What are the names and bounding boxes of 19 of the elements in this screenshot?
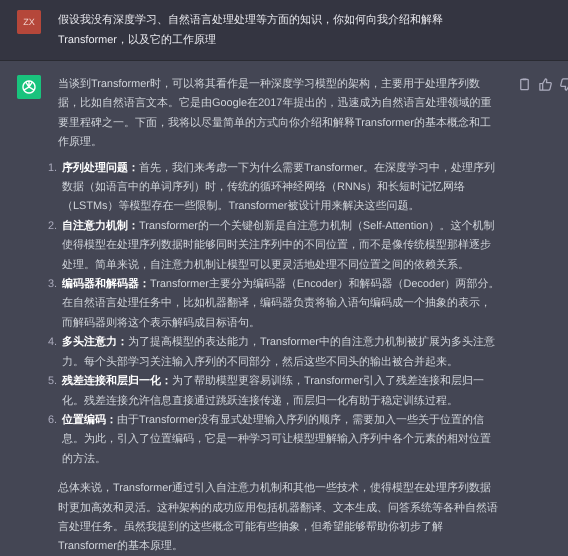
list-number: 1. <box>48 160 58 176</box>
list-item-text: 自注意力机制：Transformer的一个关键创新是自注意力机制（Self-Attention）。这个机制使得模型在处理序列数据时能够同时关注序列中的不同位置，而不是像传统模型那样逐步处理。简单来说，自注意力机制让模型可以更灵活地处理不同位置之间的依赖关系。 <box>62 218 496 273</box>
list-item-text: 多头注意力：为了提高模型的表达能力，Transformer中的自注意力机制被扩展为多头注意力。每个头部学习关注输入序列的不同部分，然后这些不同头的输出被合并起来。 <box>62 334 496 370</box>
user-avatar: ZX <box>17 10 41 34</box>
answer-summary: 总体来说，Transformer通过引入自注意力机制和其他一些技术，使得模型在处理序列数据时更加高效和灵活。这种架构的成功应用包括机器翻译、文本生成、问答系统等各种自然语言处理任务。虽然我提到的这些概念可能有些抽象，但希望能够帮助你初步了解Transformer的基本原理。 <box>58 480 499 554</box>
list-number: 3. <box>48 277 58 292</box>
thumbs-up-icon[interactable] <box>538 77 553 92</box>
list-item-text: 残差连接和层归一化：为了帮助模型更容易训练，Transformer引入了残差连接和层归一化。残差连接允许信息直接通过跳跃连接传递，而层归一化有助于稳定训练过程。 <box>62 374 485 408</box>
list-item-text: 编码器和解码器：Transformer主要分为编码器（Encoder）和解码器（Decoder）两部分。在自然语言处理任务中，比如机器翻译，编码器负责将输入语句编码成一个抽象的表示，而解码器则将这个表示解码成目标语句。 <box>62 276 500 331</box>
list-number: 2. <box>48 218 58 234</box>
list-number: 6. <box>48 412 58 428</box>
list-number: 4. <box>48 335 58 350</box>
list-item-text: 位置编码：由于Transformer没有显式处理输入序列的顺序，需要加入一些关于位置的信息。为此，引入了位置编码，它是一种学习可让模型理解输入序列中各个元素的相对位置的方法。 <box>62 412 492 467</box>
list-item-text: 序列处理问题：首先，我们来考虑一下为什么需要Transformer。在深度学习中，处理序列数据（如语言中的单词序列）时，传统的循环神经网络（RNNs）和长短时记忆网络（LSTMs）等模型存在一些限制。Transformer被设计用来解决这些问题。 <box>62 160 496 214</box>
answer-intro: 当谈到Transformer时，可以将其看作是一种深度学习模型的架构，主要用于处理序列数据，比如自然语言文本。它是由Google在2017年提出的，迅速成为自然语言处理领域的重要里程碑之一。下面，我将以尽量简单的方式向你介绍和解释Transformer的基本概念和工作原理。 <box>58 76 492 150</box>
assistant-avatar <box>17 75 41 99</box>
list-number: 5. <box>48 374 58 390</box>
copy-icon[interactable] <box>517 77 532 92</box>
user-message: 假设我没有深度学习、自然语言处理处理等方面的知识，你如何向我介绍和解释Transformer，以及它的工作原理 <box>58 12 444 48</box>
